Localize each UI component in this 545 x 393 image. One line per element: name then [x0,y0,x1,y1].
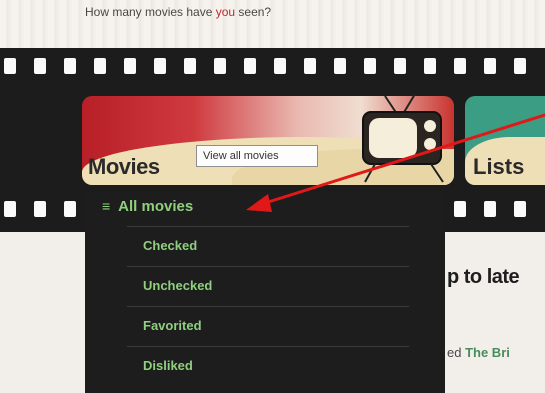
tooltip: View all movies [196,145,318,167]
dropdown-item-checked[interactable]: Checked [127,226,409,266]
dropdown-item-unchecked[interactable]: Unchecked [127,266,409,306]
menu-icon: ≡ [102,198,111,214]
film-perforations-bottom [0,201,545,217]
movies-nav-label: Movies [88,154,160,179]
activity-feed-item: ed The Bri [447,345,510,360]
tagline-highlight: you [215,5,236,19]
site-tagline: How many movies have you seen? [85,5,272,19]
film-perforations-top [0,58,545,74]
header-background [0,0,545,48]
lists-nav-tab[interactable]: Lists [465,96,545,185]
dropdown-item-disliked[interactable]: Disliked [127,346,409,386]
dropdown-header-label: All movies [118,198,194,215]
television-icon [362,93,444,183]
movie-link[interactable]: The Bri [465,345,510,360]
lists-nav-label: Lists [473,154,525,179]
dropdown-item-all-movies[interactable]: ≡ All movies [102,198,193,215]
dropdown-item-favorited[interactable]: Favorited [127,306,409,346]
page-headline: p to late [447,266,520,288]
